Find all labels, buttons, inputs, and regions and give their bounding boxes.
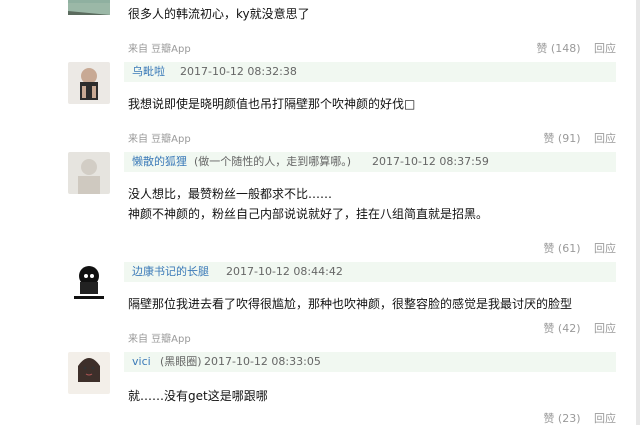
comment-item: vici (黑眼圈) 2017-10-12 08:33:05 就……没有get这… bbox=[68, 352, 628, 425]
like-button[interactable]: 赞 (23) bbox=[543, 412, 580, 425]
comment-actions: 赞 (23) 回应 bbox=[533, 410, 616, 426]
reply-button[interactable]: 回应 bbox=[594, 42, 616, 55]
scroll-edge bbox=[636, 0, 640, 425]
username-link[interactable]: vici bbox=[132, 352, 151, 372]
comment-item: 懒散的狐狸 (做一个随性的人，走到哪算哪。) 2017-10-12 08:37:… bbox=[68, 152, 628, 262]
avatar-top-partial-icon bbox=[68, 3, 110, 15]
comment-text-line: 就……没有get这是哪跟哪 bbox=[128, 389, 268, 403]
comment-timestamp: 2017-10-12 08:32:38 bbox=[180, 65, 297, 78]
left-gutter bbox=[0, 0, 56, 425]
reply-button[interactable]: 回应 bbox=[594, 412, 616, 425]
comment-actions: 赞 (91) 回应 bbox=[533, 130, 616, 146]
reply-button[interactable]: 回应 bbox=[594, 242, 616, 255]
like-button[interactable]: 赞 (148) bbox=[536, 42, 580, 55]
username-link[interactable]: 懒散的狐狸 bbox=[132, 152, 187, 172]
comment-actions: 赞 (42) 回应 bbox=[533, 320, 616, 336]
comment-source: 来自 豆瓣App bbox=[128, 44, 191, 55]
like-button[interactable]: 赞 (61) bbox=[543, 242, 580, 255]
comment-text-line: 隔壁那位我进去看了吹得很尴尬，那种也吹神颜，很整容脸的感觉是我最讨厌的脸型 bbox=[128, 297, 573, 311]
username-link[interactable]: 边康书记的长腿 bbox=[132, 262, 209, 282]
comment-source: 来自 豆瓣App bbox=[128, 134, 191, 145]
avatar[interactable] bbox=[68, 262, 110, 304]
user-signature: (黑眼圈) bbox=[160, 355, 202, 368]
user-avatar-icon bbox=[68, 352, 110, 394]
comment-actions: 赞 (148) 回应 bbox=[526, 40, 616, 56]
username-link[interactable]: 乌毗啦 bbox=[132, 62, 165, 82]
avatar[interactable] bbox=[68, 352, 110, 394]
comment-feed: 很多人的韩流初心，ky就没意思了 来自 豆瓣App 赞 (148) 回应 乌毗啦… bbox=[0, 0, 640, 425]
comment-timestamp: 2017-10-12 08:44:42 bbox=[226, 265, 343, 278]
avatar[interactable] bbox=[68, 0, 110, 15]
like-button[interactable]: 赞 (91) bbox=[543, 132, 580, 145]
user-avatar-icon bbox=[68, 62, 110, 104]
comment-timestamp: 2017-10-12 08:33:05 bbox=[204, 355, 321, 368]
comment-text-line: 我想说即使是晓明颜值也吊打隔壁那个吹神颜的好伐□ bbox=[128, 97, 416, 111]
comment-text-line: 神颜不神颜的，粉丝自己内部说说就好了，挂在八组简直就是招黑。 bbox=[128, 207, 489, 221]
comment-text-line: 没人想比，最赞粉丝一般都求不比…… bbox=[128, 187, 333, 201]
avatar[interactable] bbox=[68, 152, 110, 194]
avatar[interactable] bbox=[68, 62, 110, 104]
comment-timestamp: 2017-10-12 08:37:59 bbox=[372, 155, 489, 168]
reply-button[interactable]: 回应 bbox=[594, 132, 616, 145]
comment-item: 很多人的韩流初心，ky就没意思了 来自 豆瓣App 赞 (148) 回应 bbox=[68, 0, 628, 60]
comment-actions: 赞 (61) 回应 bbox=[533, 240, 616, 256]
comment-item: 乌毗啦 2017-10-12 08:32:38 我想说即使是晓明颜值也吊打隔壁那… bbox=[68, 62, 628, 150]
like-button[interactable]: 赞 (42) bbox=[543, 322, 580, 335]
user-avatar-icon bbox=[68, 152, 110, 194]
reply-button[interactable]: 回应 bbox=[594, 322, 616, 335]
comment-text-line: 很多人的韩流初心，ky就没意思了 bbox=[128, 7, 310, 21]
user-signature: (做一个随性的人，走到哪算哪。) bbox=[194, 155, 352, 168]
comment-source: 来自 豆瓣App bbox=[128, 334, 191, 345]
user-avatar-icon bbox=[68, 262, 110, 304]
comment-item: 边康书记的长腿 2017-10-12 08:44:42 隔壁那位我进去看了吹得很… bbox=[68, 262, 628, 352]
